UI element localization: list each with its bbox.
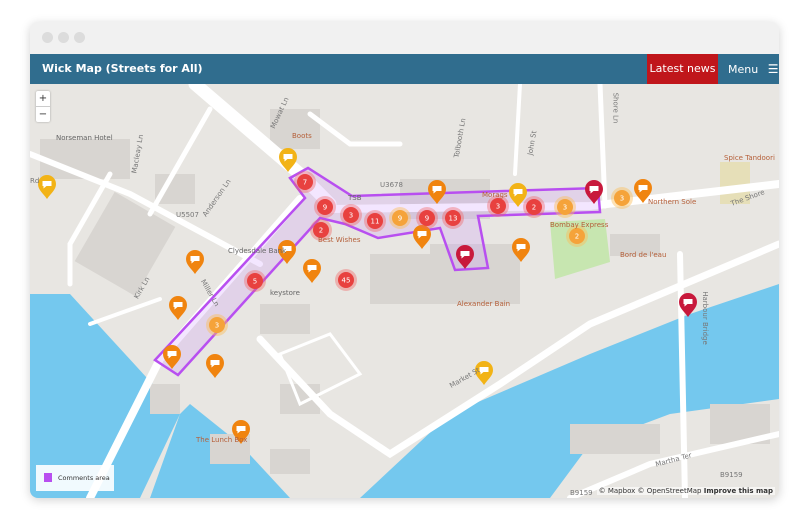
- minimize-button[interactable]: [58, 32, 69, 43]
- map-label: Harbour Bridge: [700, 291, 709, 345]
- cluster-marker[interactable]: 45: [335, 269, 357, 291]
- map-label: Bombay Express: [550, 221, 609, 229]
- cluster-marker[interactable]: 3: [206, 314, 228, 336]
- map-label: The Lunch Box: [196, 436, 248, 444]
- cluster-count: 3: [496, 203, 500, 211]
- cluster-count: 9: [323, 204, 327, 212]
- osm-link[interactable]: © OpenStreetMap: [638, 487, 702, 495]
- cluster-count: 5: [253, 278, 257, 286]
- cluster-marker[interactable]: 7: [294, 171, 316, 193]
- cluster-marker[interactable]: 13: [442, 207, 464, 229]
- cluster-count: 2: [532, 204, 536, 212]
- hamburger-icon: ☰: [767, 62, 779, 76]
- comment-pin-icon[interactable]: [38, 175, 56, 199]
- map-label: Best Wishes: [318, 236, 361, 244]
- cluster-marker[interactable]: 3: [611, 187, 633, 209]
- map-attribution: © Mapbox © OpenStreetMap Improve this ma…: [596, 487, 775, 495]
- comment-pin-icon[interactable]: [303, 259, 321, 283]
- map-label: keystore: [270, 289, 300, 297]
- map-label: Rd: [30, 177, 40, 185]
- map-label: U5507: [176, 211, 199, 219]
- cluster-count: 3: [349, 212, 353, 220]
- zoom-in-button[interactable]: +: [36, 91, 50, 107]
- cluster-count: 13: [449, 215, 458, 223]
- map-legend: Comments area: [36, 465, 114, 491]
- cluster-count: 9: [425, 215, 429, 223]
- menu-label: Menu: [728, 63, 759, 76]
- map-label: Spice Tandoori: [724, 154, 775, 162]
- map-label: Bord de l'eau: [620, 251, 667, 259]
- cluster-marker[interactable]: 2: [523, 196, 545, 218]
- close-button[interactable]: [42, 32, 53, 43]
- improve-map-link[interactable]: Improve this map: [704, 487, 773, 495]
- cluster-count: 2: [575, 233, 579, 241]
- map-label: B9159: [570, 489, 593, 497]
- map-label: U3678: [380, 181, 403, 189]
- cluster-marker[interactable]: 9: [389, 207, 411, 229]
- browser-window: Wick Map (Streets for All) Latest news M…: [30, 22, 779, 498]
- map-label: Shore Ln: [611, 92, 620, 124]
- cluster-marker[interactable]: 9: [314, 196, 336, 218]
- cluster-marker[interactable]: 3: [554, 196, 576, 218]
- menu-button[interactable]: Menu ☰: [728, 54, 778, 84]
- map-label: Clydesdale Bank: [228, 247, 287, 255]
- cluster-count: 3: [215, 322, 219, 330]
- latest-news-button[interactable]: Latest news: [647, 54, 718, 84]
- cluster-count: 45: [342, 277, 351, 285]
- map-label: TSB: [348, 194, 362, 202]
- cluster-marker[interactable]: 5: [244, 270, 266, 292]
- cluster-count: 9: [398, 215, 402, 223]
- comment-pin-icon[interactable]: [186, 250, 204, 274]
- cluster-count: 3: [563, 204, 567, 212]
- cluster-marker[interactable]: 11: [364, 210, 386, 232]
- zoom-out-button[interactable]: −: [36, 107, 50, 122]
- map-label: Alexander Bain: [457, 300, 511, 308]
- cluster-count: 7: [303, 179, 307, 187]
- water: [360, 284, 779, 498]
- comment-pin-icon[interactable]: [206, 354, 224, 378]
- cluster-count: 11: [371, 218, 380, 226]
- maximize-button[interactable]: [74, 32, 85, 43]
- cluster-marker[interactable]: 9: [416, 207, 438, 229]
- cluster-marker[interactable]: 3: [340, 204, 362, 226]
- map-label: Boots: [292, 132, 312, 140]
- app-header: Wick Map (Streets for All) Latest news M…: [30, 54, 779, 84]
- cluster-count: 2: [319, 227, 323, 235]
- map-label: Norseman Hotel: [56, 134, 113, 142]
- cluster-count: 3: [620, 195, 624, 203]
- zoom-control: + −: [36, 91, 50, 122]
- map-canvas[interactable]: 7 9 3 11 9 9 13 3 2 3 3 2 2 5 45 3 Norseman Hotel Boots M…: [30, 84, 779, 498]
- map-label: Northern Sole: [648, 198, 697, 206]
- comment-pin-icon[interactable]: [169, 296, 187, 320]
- title-bar: [30, 22, 779, 54]
- comments-area-swatch: [44, 473, 52, 482]
- legend-label: Comments area: [58, 474, 110, 482]
- map-label: B9159: [720, 471, 743, 479]
- app-title[interactable]: Wick Map (Streets for All): [42, 62, 203, 75]
- map-label: Morags: [482, 191, 508, 199]
- mapbox-link[interactable]: © Mapbox: [599, 487, 636, 495]
